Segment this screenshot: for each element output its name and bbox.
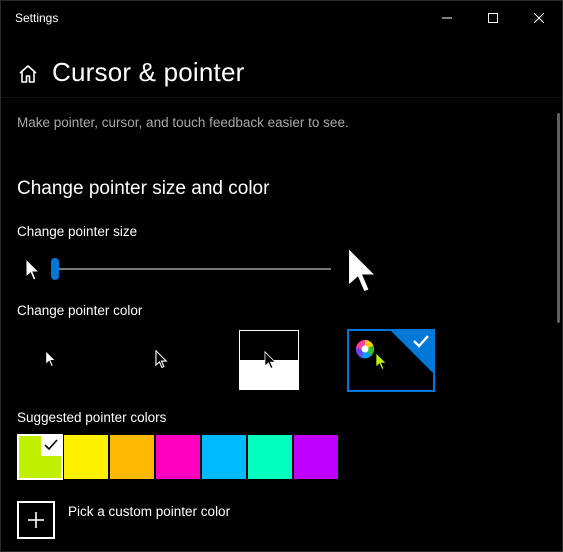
pointer-size-label: Change pointer size [17, 224, 138, 239]
minimize-icon [442, 17, 452, 19]
white-pointer-icon [45, 350, 57, 368]
suggested-color-swatch[interactable] [64, 435, 108, 479]
pointer-color-white-option[interactable] [18, 330, 78, 390]
pointer-size-slider-track[interactable] [55, 268, 331, 270]
close-icon [534, 13, 544, 23]
scrollbar[interactable] [557, 113, 560, 323]
suggested-color-swatch[interactable] [202, 435, 246, 479]
window-title: Settings [15, 11, 59, 25]
minimize-button[interactable] [424, 1, 470, 35]
small-pointer-icon [25, 258, 41, 281]
suggested-color-swatch[interactable] [294, 435, 338, 479]
suggested-color-swatch[interactable] [156, 435, 200, 479]
add-custom-color-button[interactable] [17, 501, 55, 539]
close-button[interactable] [516, 1, 562, 35]
color-wheel-icon [356, 340, 375, 359]
page-header: Cursor & pointer [1, 37, 562, 97]
inverted-pointer-icon [264, 351, 277, 369]
main-content: Make pointer, cursor, and touch feedback… [1, 98, 562, 551]
plus-icon [28, 512, 44, 528]
title-bar: Settings [1, 1, 562, 37]
suggested-colors-label: Suggested pointer colors [17, 410, 167, 425]
pointer-color-black-option[interactable] [128, 330, 188, 390]
pointer-color-custom-option[interactable] [347, 329, 435, 392]
settings-window: Settings Cursor & pointer Make pointer, … [0, 0, 563, 552]
page-title: Cursor & pointer [52, 57, 245, 87]
section-title: Change pointer size and color [17, 178, 270, 199]
checkmark-icon [413, 335, 429, 348]
pointer-color-inverted-option[interactable] [239, 330, 299, 390]
page-description: Make pointer, cursor, and touch feedback… [17, 115, 349, 130]
pick-custom-color-label[interactable]: Pick a custom pointer color [68, 504, 230, 519]
suggested-color-swatch[interactable] [17, 434, 63, 480]
suggested-color-swatch[interactable] [110, 435, 154, 479]
maximize-button[interactable] [470, 1, 516, 35]
suggested-color-swatch[interactable] [248, 435, 292, 479]
pointer-color-label: Change pointer color [17, 303, 143, 318]
custom-pointer-icon [375, 352, 388, 370]
maximize-icon [488, 13, 498, 23]
home-icon[interactable] [17, 63, 39, 85]
checkmark-icon [44, 439, 58, 451]
black-pointer-icon [155, 350, 168, 369]
pointer-size-slider-thumb[interactable] [51, 258, 59, 280]
large-pointer-icon [347, 246, 378, 293]
